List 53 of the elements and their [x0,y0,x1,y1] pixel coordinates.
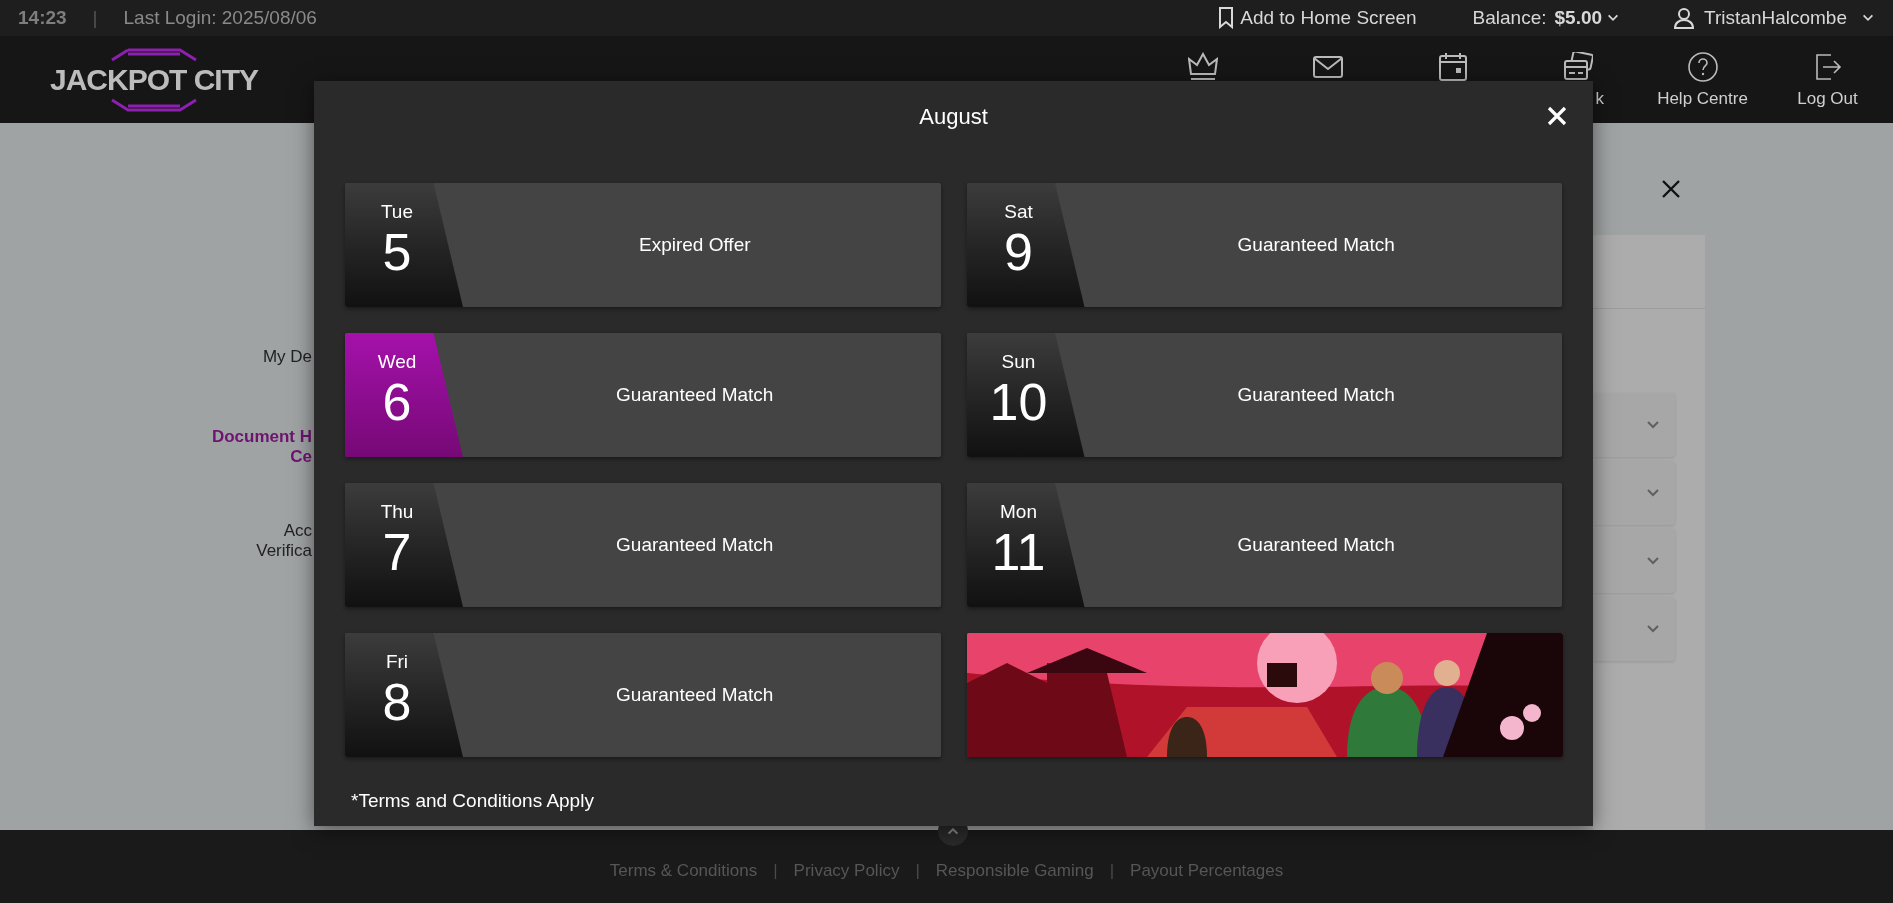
day-number: 10 [989,373,1048,431]
user-icon [1674,7,1695,29]
clock-time: 14:23 [18,5,67,30]
separator: | [773,859,778,882]
offer-label: Guaranteed Match [616,682,774,707]
separator: | [915,859,920,882]
offer-card[interactable]: Thu 7 Guaranteed Match [345,483,941,607]
close-icon[interactable] [1661,179,1681,199]
last-login-text: Last Login: 2025/08/06 [123,5,317,30]
offer-label: Guaranteed Match [1237,532,1395,557]
offer-label: Guaranteed Match [616,532,774,557]
weekday-label: Thu [380,501,414,523]
offer-card[interactable]: Fri 8 Guaranteed Match [345,633,941,757]
balance-dropdown[interactable]: Balance: $5.00 [1472,3,1621,33]
day-number: 5 [382,223,412,281]
day-number: 7 [382,523,412,581]
weekday-label: Sun [1001,351,1036,373]
offer-label: Guaranteed Match [1237,382,1395,407]
help-icon [1687,52,1718,82]
terms-note: *Terms and Conditions Apply [350,789,595,813]
nav-item[interactable]: Help Centre [1640,36,1765,123]
user-menu-button[interactable]: TristanHalcombe [1674,3,1875,33]
offer-card[interactable]: Mon 11 Guaranteed Match [966,483,1562,607]
weekday-label: Sat [1004,201,1033,223]
offer-card[interactable]: Tue 5 Expired Offer [345,183,941,307]
offer-card[interactable]: Sun 10 Guaranteed Match [966,333,1562,457]
weekday-label: Wed [377,351,417,373]
logo[interactable]: JACKPOT CITY [38,47,270,112]
side-menu-item[interactable]: Acc Verifica [256,521,312,561]
nav-item[interactable]: Log Out [1765,36,1890,123]
offer-card[interactable]: Wed 6 Guaranteed Match [345,333,941,457]
day-number: 11 [991,523,1046,581]
weekday-label: Fri [385,651,409,673]
separator: | [92,5,98,30]
nav-item[interactable]: k [1515,36,1640,123]
side-menu-item[interactable]: My De [262,347,312,367]
side-menu-item[interactable]: Document H Ce [211,427,312,467]
modal-title: August [919,102,988,131]
offer-card[interactable]: Sat 9 Guaranteed Match [966,183,1562,307]
calendar-icon [1437,52,1468,82]
offer-label: Guaranteed Match [616,382,774,407]
bookmark-icon [1218,7,1235,29]
day-number: 6 [382,373,412,431]
offer-label: Expired Offer [638,232,751,257]
cards-icon [1562,52,1593,82]
day-number: 9 [1004,223,1033,281]
day-number: 8 [382,673,412,731]
crown-icon [1187,52,1218,82]
separator: | [1109,859,1115,882]
offer-label: Guaranteed Match [1237,232,1395,257]
weekday-label: Mon [1000,501,1037,523]
weekday-label: Tue [380,201,413,223]
add-to-home-link[interactable]: Add to Home Screen [1218,3,1417,33]
